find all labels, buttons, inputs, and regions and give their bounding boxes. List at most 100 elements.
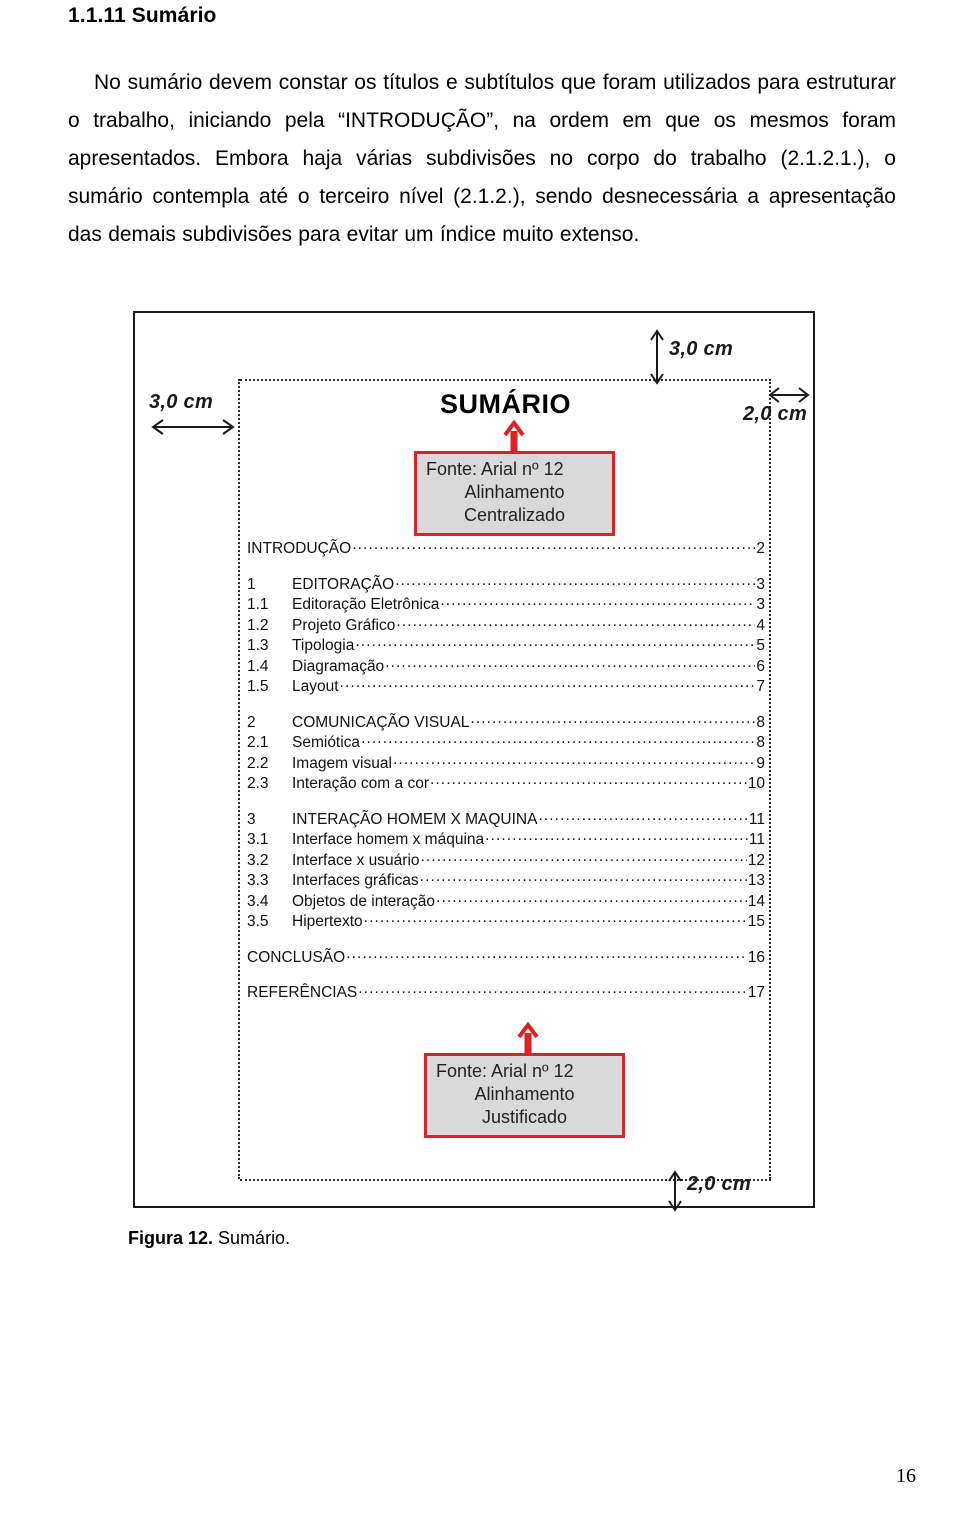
toc-entry-label: EDITORAÇÃO <box>292 575 395 593</box>
toc-entry-page: 17 <box>747 984 765 1001</box>
toc-entry-leader-dots <box>538 810 747 824</box>
toc-entry[interactable]: 2 COMUNICAÇÃO VISUAL 8 <box>247 713 765 734</box>
toc-entry-label: Projeto Gráfico <box>292 616 396 634</box>
mock-page-title: SUMÁRIO <box>440 389 571 419</box>
toc-entry-leader-dots <box>361 733 755 747</box>
toc-entry-label: COMUNICAÇÃO VISUAL <box>292 713 470 731</box>
toc-entry-label: Layout <box>292 678 339 695</box>
toc-entry-leader-dots <box>440 595 755 609</box>
toc-entry-label: Editoração Eletrônica <box>292 596 440 613</box>
toc-entry-leader-dots <box>393 754 755 768</box>
figure-caption: Figura 12. Sumário. <box>128 1228 290 1249</box>
callout-arrow-up-icon <box>503 419 525 453</box>
toc-entry-leader-dots <box>420 871 747 885</box>
toc-entry-leader-dots <box>470 713 755 727</box>
measure-left-arrow-icon <box>151 419 235 435</box>
toc-entry[interactable]: 1.1 Editoração Eletrônica 3 <box>247 595 765 616</box>
callout-box-title-format: Fonte: Arial nº 12 Alinhamento Centraliz… <box>414 451 615 536</box>
toc-entry[interactable]: 3.2 Interface x usuário 12 <box>247 851 765 872</box>
measure-bottom-label: 2,0 cm <box>687 1173 752 1195</box>
toc-entry-page: 11 <box>748 810 765 828</box>
figure-caption-text: Sumário. <box>218 1228 291 1248</box>
toc-entry-number: 2.3 <box>247 775 269 792</box>
toc-entry-number: 1.5 <box>247 678 269 695</box>
callout-box-body-format: Fonte: Arial nº 12 Alinhamento Justifica… <box>424 1053 625 1138</box>
toc-entry-label: Interfaces gráficas <box>292 872 419 889</box>
toc-entry[interactable]: 1 EDITORAÇÃO 3 <box>247 575 765 596</box>
toc-entry[interactable]: 3.3 Interfaces gráficas 13 <box>247 871 765 892</box>
toc-entry-page: 5 <box>756 637 765 654</box>
toc-entry-page: 14 <box>747 892 765 910</box>
toc-entry[interactable]: 1.3 Tipologia 5 <box>247 636 765 657</box>
toc-entry-page: 6 <box>756 657 765 675</box>
toc-entry-leader-dots <box>364 912 747 926</box>
toc-entry-number: 1.4 <box>247 657 269 675</box>
toc-entry[interactable]: 3.5 Hipertexto 15 <box>247 912 765 933</box>
toc-entry[interactable]: 1.5 Layout 7 <box>247 677 765 698</box>
toc-entry-page: 4 <box>756 616 765 634</box>
callout-bottom-line1: Fonte: Arial nº 12 <box>436 1061 574 1081</box>
toc-entry[interactable]: 2.1 Semiótica 8 <box>247 733 765 754</box>
toc-group-spacer <box>247 795 765 810</box>
toc-entry-number: 3.2 <box>247 851 269 869</box>
toc-entry-page: 9 <box>756 754 765 772</box>
toc-entry[interactable]: CONCLUSÃO 16 <box>247 948 765 969</box>
callout-arrow-up-bottom-icon <box>517 1021 539 1055</box>
callout-bottom-line3: Justificado <box>481 1107 568 1127</box>
toc-entry[interactable]: REFERÊNCIAS 17 <box>247 983 765 1004</box>
toc-entry-page: 15 <box>747 913 765 930</box>
toc-entry-page: 8 <box>756 734 765 751</box>
body-paragraph: No sumário devem constar os títulos e su… <box>68 71 896 246</box>
toc-group-spacer <box>247 933 765 948</box>
toc-entry[interactable]: 1.2 Projeto Gráfico 4 <box>247 616 765 637</box>
toc-entry-leader-dots <box>352 539 755 553</box>
toc-entry-number: 3.4 <box>247 892 269 910</box>
toc-entry[interactable]: 2.3 Interação com a cor 10 <box>247 774 765 795</box>
toc-entry-leader-dots <box>346 948 747 962</box>
toc-group-spacer <box>247 968 765 983</box>
toc-entry-leader-dots <box>340 677 756 691</box>
toc-entry-number: 2.1 <box>247 734 269 751</box>
toc-entry-label: REFERÊNCIAS <box>247 984 358 1001</box>
toc-entry-leader-dots <box>421 851 747 865</box>
toc-entry-page: 12 <box>747 851 765 869</box>
toc-entry-number: 1.3 <box>247 637 269 654</box>
toc-entry-number: 2.2 <box>247 754 269 772</box>
toc-entry-page: 13 <box>747 872 765 889</box>
toc-entry-page: 11 <box>748 831 765 848</box>
toc-entry[interactable]: INTRODUÇÃO 2 <box>247 539 765 560</box>
callout-top-line3: Centralizado <box>463 505 566 525</box>
toc-entry[interactable]: 2.2 Imagem visual 9 <box>247 754 765 775</box>
toc-entry-page: 16 <box>747 948 765 966</box>
toc-entry-label: Interação com a cor <box>292 775 429 792</box>
toc-entry-leader-dots <box>358 983 747 997</box>
toc-entry-label: Imagem visual <box>292 754 392 772</box>
callout-bottom-line2: Alinhamento <box>474 1084 575 1104</box>
toc-entry[interactable]: 3.4 Objetos de interação 14 <box>247 892 765 913</box>
toc-entry-label: Objetos de interação <box>292 892 436 910</box>
toc-entry-number: 3.1 <box>247 831 269 848</box>
measure-top-label: 3,0 cm <box>669 338 734 360</box>
toc-entry-leader-dots <box>395 575 755 589</box>
toc-entry-page: 7 <box>756 678 765 695</box>
toc-entry-label: Diagramação <box>292 657 385 675</box>
toc-entry-leader-dots <box>430 774 747 788</box>
page-number: 16 <box>896 1465 916 1487</box>
toc-group-spacer <box>247 560 765 575</box>
toc-entry-page: 8 <box>756 713 765 731</box>
toc-entry-number: 1 <box>247 575 256 593</box>
toc-entry[interactable]: 1.4 Diagramação 6 <box>247 657 765 678</box>
toc-entry-label: Tipologia <box>292 637 355 654</box>
toc-entry-leader-dots <box>355 636 755 650</box>
toc-entry[interactable]: 3.1 Interface homem x máquina 11 <box>247 830 765 851</box>
toc-entry-leader-dots <box>396 616 755 630</box>
toc-entry-number: 3.5 <box>247 913 269 930</box>
toc-entry[interactable]: 3 INTERAÇÃO HOMEM X MAQUINA 11 <box>247 810 765 831</box>
figure-caption-label: Figura 12. <box>128 1228 214 1248</box>
toc-entry-leader-dots <box>485 830 748 844</box>
margin-guide-right <box>769 379 771 1179</box>
section-heading: 1.1.11 Sumário <box>68 4 217 27</box>
measure-bottom-arrow-icon <box>668 1170 682 1212</box>
measure-right-arrow-icon <box>768 387 810 403</box>
toc-entry-label: INTERAÇÃO HOMEM X MAQUINA <box>292 810 538 828</box>
